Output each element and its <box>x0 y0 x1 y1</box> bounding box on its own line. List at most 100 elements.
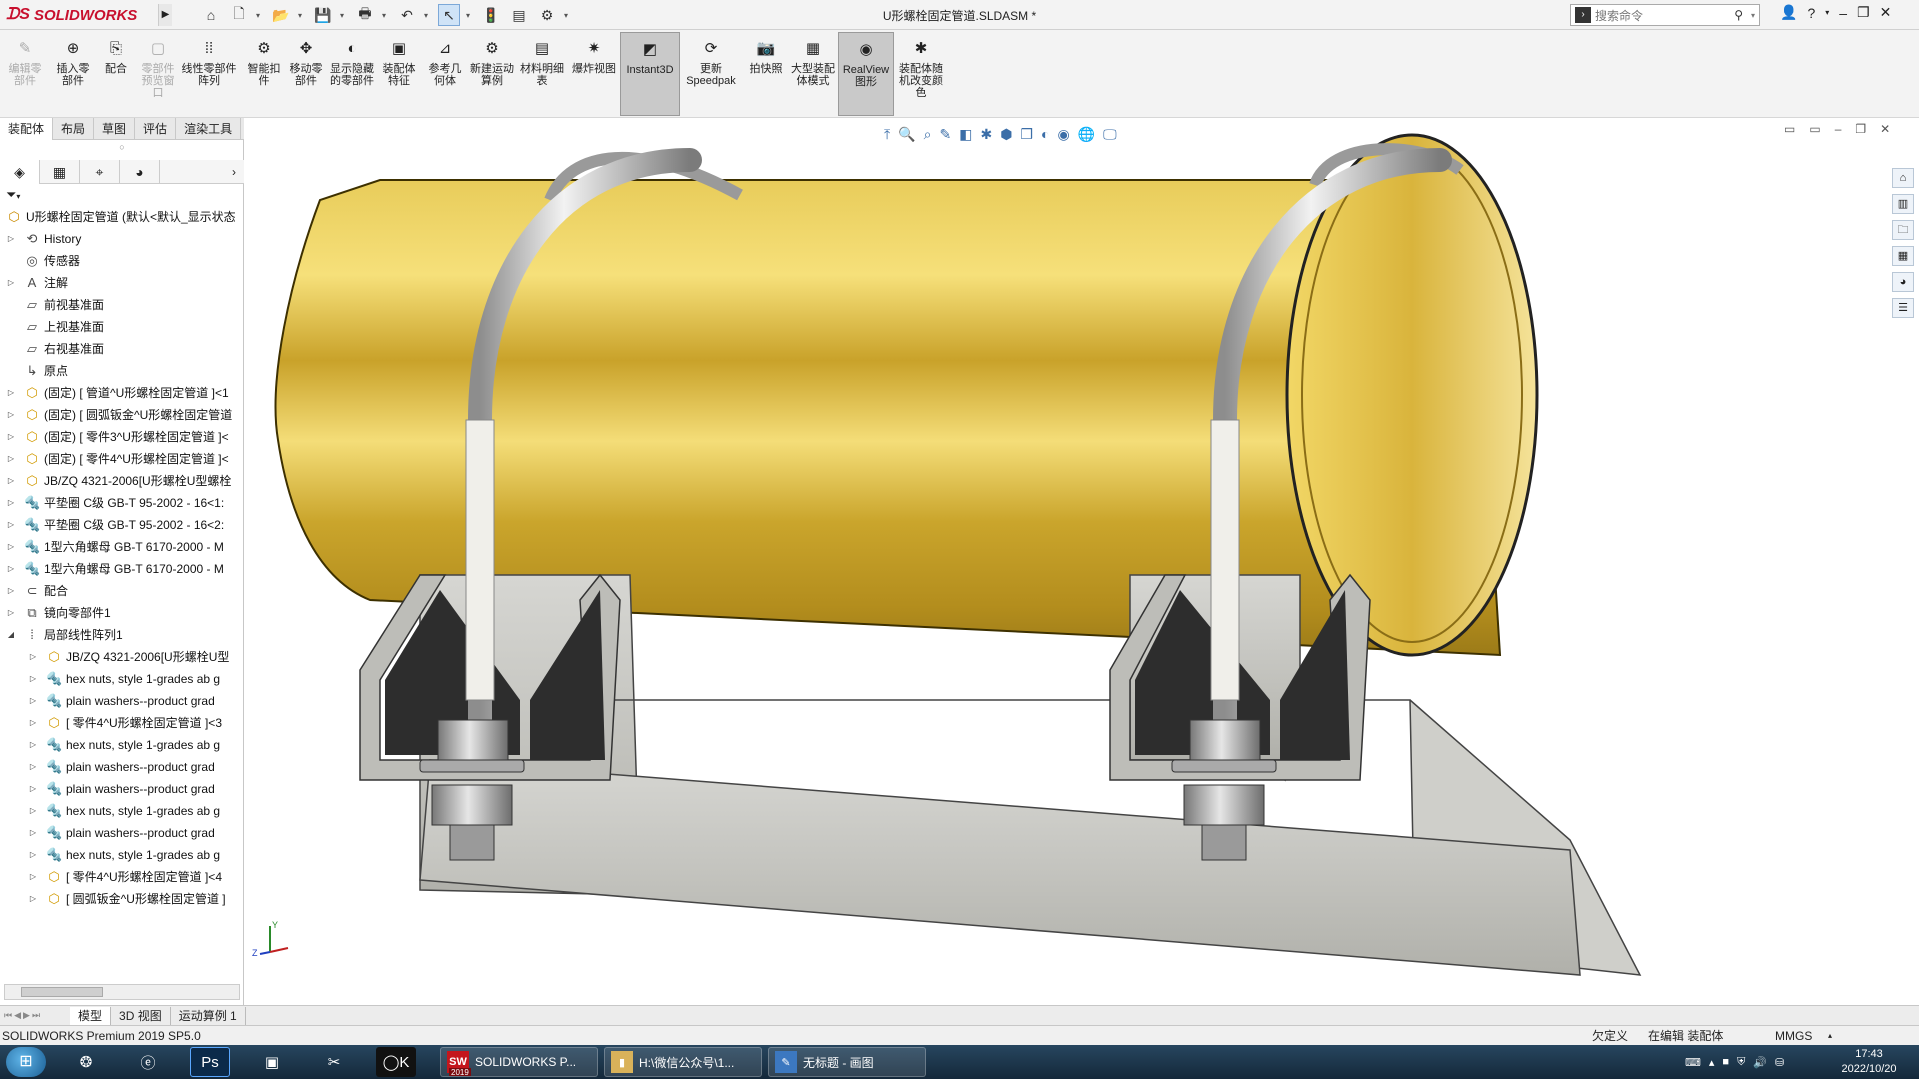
minimize-icon[interactable]: – <box>1839 5 1847 21</box>
tab-4[interactable]: 渲染工具 <box>176 118 242 140</box>
tree-item[interactable]: ▷ ⬡ [ 零件4^U形螺栓固定管道 ]<3 <box>0 712 244 734</box>
ribbon-command-18[interactable]: ✱ 装配体随机改变颜色 <box>896 32 946 116</box>
feature-manager-tab-icon[interactable]: ◈ <box>0 160 40 184</box>
tab-2[interactable]: 草图 <box>94 118 136 140</box>
panel-grip-icon[interactable]: ○ <box>0 140 244 160</box>
restore-icon[interactable]: ❐ <box>1857 4 1870 21</box>
help-icon[interactable]: ? <box>1807 5 1815 21</box>
expand-arrow-icon[interactable]: ▷ <box>6 228 16 250</box>
expand-arrow-icon[interactable]: ▷ <box>6 514 16 536</box>
ribbon-command-16[interactable]: ▦ 大型装配体模式 <box>790 32 836 116</box>
bottom-tab-1[interactable]: 3D 视图 <box>111 1006 171 1025</box>
ribbon-command-6[interactable]: ✥ 移动零部件 <box>286 32 326 116</box>
expand-arrow-icon[interactable]: ▷ <box>6 272 16 294</box>
tree-item[interactable]: ▷ ⬡ (固定) [ 圆弧钣金^U形螺栓固定管道 <box>0 404 244 426</box>
last-tab-icon[interactable]: ⏭ <box>32 1010 40 1021</box>
tree-item[interactable]: ▷ ⬡ [ 零件4^U形螺栓固定管道 ]<4 <box>0 866 244 888</box>
tree-item[interactable]: ▷ 🔩 hex nuts, style 1-grades ab g <box>0 734 244 756</box>
user-icon[interactable]: 👤 <box>1780 4 1797 21</box>
search-commands-input[interactable]: › 搜索命令 ⚲ ▾ <box>1570 4 1760 26</box>
ribbon-command-3[interactable]: ▢ 零部件预览窗口 <box>138 32 178 116</box>
expand-arrow-icon[interactable]: ▷ <box>6 382 16 404</box>
tree-item[interactable]: ▷ 🔩 plain washers--product grad <box>0 690 244 712</box>
help-dropdown-icon[interactable]: ▾ <box>1825 8 1829 17</box>
expand-arrow-icon[interactable]: ▷ <box>28 822 38 844</box>
tree-item[interactable]: ▷ ⟲ History <box>0 228 244 250</box>
app-pin-4-icon[interactable]: ▣ <box>252 1047 292 1077</box>
expand-arrow-icon[interactable]: ▷ <box>28 646 38 668</box>
expand-arrow-icon[interactable]: ▷ <box>6 558 16 580</box>
tree-item[interactable]: ▷ ⬡ JB/ZQ 4321-2006[U形螺栓U型螺栓 <box>0 470 244 492</box>
bottom-tab-0[interactable]: 模型 <box>70 1006 112 1025</box>
tree-item[interactable]: ↳ 原点 <box>0 360 244 382</box>
tree-item[interactable]: ▷ 🔩 平垫圈 C级 GB-T 95-2002 - 16<2: <box>0 514 244 536</box>
tree-item[interactable]: ▷ ⬡ (固定) [ 零件4^U形螺栓固定管道 ]< <box>0 448 244 470</box>
expand-arrow-icon[interactable]: ▷ <box>6 404 16 426</box>
ribbon-command-8[interactable]: ▣ 装配体特征 <box>378 32 420 116</box>
expand-arrow-icon[interactable]: ▷ <box>6 426 16 448</box>
tree-item[interactable]: ▷ 🔩 1型六角螺母 GB-T 6170-2000 - M <box>0 536 244 558</box>
search-icon[interactable]: ⚲ <box>1734 8 1743 22</box>
expand-arrow-icon[interactable]: ▷ <box>6 536 16 558</box>
start-button-icon[interactable]: ⊞ <box>6 1047 46 1077</box>
expand-arrow-icon[interactable]: ▷ <box>28 866 38 888</box>
panel-more-icon[interactable]: › <box>224 160 244 183</box>
tree-item[interactable]: ▷ ⬡ (固定) [ 管道^U形螺栓固定管道 ]<1 <box>0 382 244 404</box>
app-pin-1-icon[interactable]: ❂ <box>66 1047 106 1077</box>
taskbar-app-0[interactable]: SW SOLIDWORKS P... 2019 <box>440 1047 598 1077</box>
app-pin-5-icon[interactable]: ✂ <box>314 1047 354 1077</box>
taskbar-app-2[interactable]: ✎ 无标题 - 画图 <box>768 1047 926 1077</box>
display-manager-tab-icon[interactable]: ◕ <box>120 160 160 184</box>
tree-item[interactable]: ▷ ⬡ [ 圆弧钣金^U形螺栓固定管道 ] <box>0 888 244 910</box>
expand-arrow-icon[interactable]: ▷ <box>28 668 38 690</box>
ie-browser-icon[interactable]: ⓔ <box>128 1047 168 1077</box>
first-tab-icon[interactable]: ⏮ <box>4 1010 12 1021</box>
ribbon-command-9[interactable]: ⊿ 参考几何体 <box>424 32 466 116</box>
tree-item[interactable]: ▱ 上视基准面 <box>0 316 244 338</box>
units-dropdown-icon[interactable]: ▴ <box>1828 1026 1832 1046</box>
taskbar-app-1[interactable]: ▮ H:\微信公众号\1... <box>604 1047 762 1077</box>
photoshop-icon[interactable]: Ps <box>190 1047 230 1077</box>
expand-arrow-icon[interactable]: ▷ <box>28 800 38 822</box>
expand-arrow-icon[interactable]: ▷ <box>28 734 38 756</box>
ribbon-command-13[interactable]: ◩ Instant3D <box>620 32 680 116</box>
bottom-tab-2[interactable]: 运动算例 1 <box>171 1006 246 1025</box>
tree-item[interactable]: ▷ 🔩 1型六角螺母 GB-T 6170-2000 - M <box>0 558 244 580</box>
tray-volume-icon[interactable]: 🔊 <box>1753 1056 1767 1069</box>
prev-tab-icon[interactable]: ◀ <box>14 1010 21 1021</box>
tray-security-icon[interactable]: ⛨ <box>1737 1056 1745 1069</box>
expand-arrow-icon[interactable]: ▷ <box>28 888 38 910</box>
scrollbar-thumb[interactable] <box>21 987 103 997</box>
tree-item[interactable]: ◢ ⁞ 局部线性阵列1 <box>0 624 244 646</box>
tree-item[interactable]: ▱ 右视基准面 <box>0 338 244 360</box>
expand-arrow-icon[interactable]: ▷ <box>6 602 16 624</box>
close-icon[interactable]: ✕ <box>1880 4 1892 21</box>
configuration-manager-tab-icon[interactable]: ⌖ <box>80 160 120 184</box>
ribbon-command-14[interactable]: ⟳ 更新Speedpak <box>684 32 738 116</box>
tab-1[interactable]: 布局 <box>53 118 95 140</box>
tree-item[interactable]: ◎ 传感器 <box>0 250 244 272</box>
ribbon-command-17[interactable]: ◉ RealView图形 <box>838 32 894 116</box>
tree-item[interactable]: ▷ ⊂ 配合 <box>0 580 244 602</box>
ribbon-command-4[interactable]: ⁞⁞ 线性零部件阵列 <box>180 32 238 116</box>
expand-arrow-icon[interactable]: ▷ <box>28 844 38 866</box>
ribbon-command-5[interactable]: ⚙ 智能扣件 <box>244 32 284 116</box>
app-pin-6-icon[interactable]: ◯K <box>376 1047 416 1077</box>
tree-item[interactable]: ▷ 🔩 平垫圈 C级 GB-T 95-2002 - 16<1: <box>0 492 244 514</box>
tree-item[interactable]: ▷ 🔩 hex nuts, style 1-grades ab g <box>0 844 244 866</box>
tray-expand-icon[interactable]: ▴ <box>1709 1056 1715 1069</box>
ribbon-command-15[interactable]: 📷 拍快照 <box>746 32 786 116</box>
tree-item[interactable]: ▷ 🔩 plain washers--product grad <box>0 778 244 800</box>
horizontal-scrollbar[interactable] <box>4 984 240 1000</box>
expand-arrow-icon[interactable]: ▷ <box>6 448 16 470</box>
tree-root[interactable]: ⬡ U形螺栓固定管道 (默认<默认_显示状态 <box>0 206 244 228</box>
filter-icon[interactable]: ⏷▾ <box>0 184 244 206</box>
design-library-icon[interactable]: ▥ <box>1892 194 1914 214</box>
tree-item[interactable]: ▷ 🔩 plain washers--product grad <box>0 822 244 844</box>
ribbon-command-11[interactable]: ▤ 材料明细表 <box>520 32 564 116</box>
file-explorer-icon[interactable]: 🗀 <box>1892 220 1914 240</box>
solidworks-resources-icon[interactable]: ⌂ <box>1892 168 1914 188</box>
tree-item[interactable]: ▱ 前视基准面 <box>0 294 244 316</box>
expand-arrow-icon[interactable]: ▷ <box>6 580 16 602</box>
property-manager-tab-icon[interactable]: ▦ <box>40 160 80 184</box>
